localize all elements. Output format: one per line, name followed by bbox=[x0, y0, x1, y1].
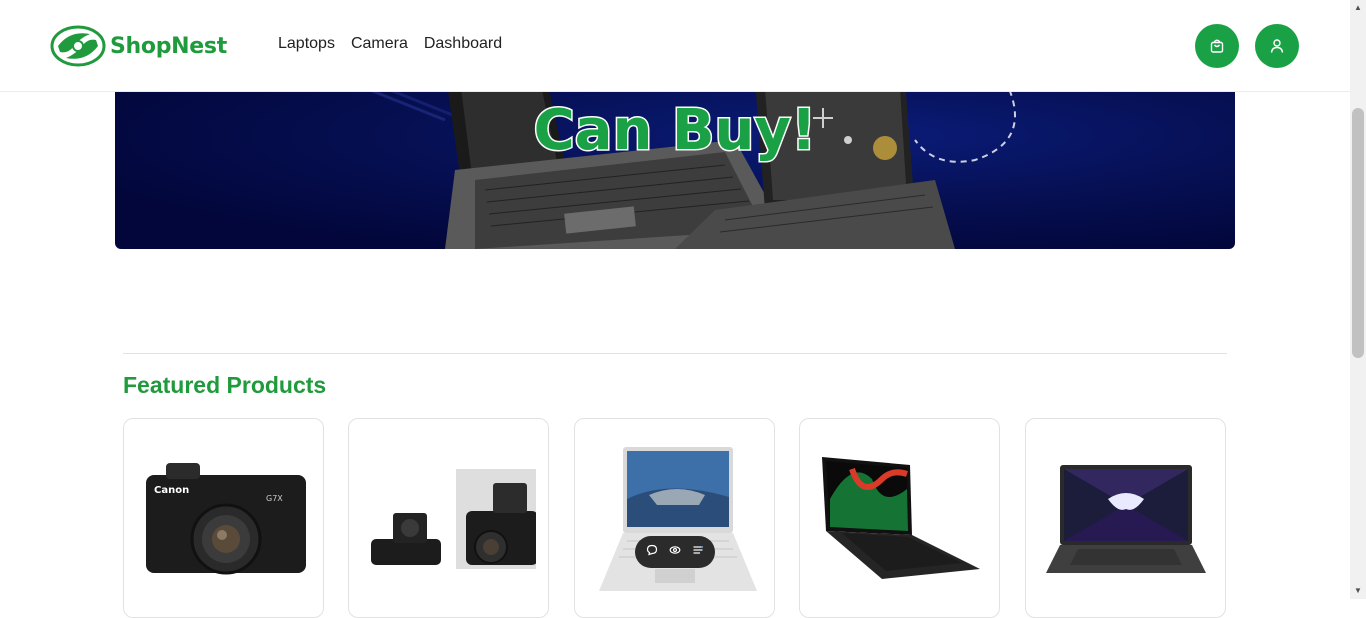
featured-products-title: Featured Products bbox=[123, 372, 327, 398]
nav-item-laptops[interactable]: Laptops bbox=[278, 35, 335, 53]
scrollbar-thumb[interactable] bbox=[1352, 108, 1364, 358]
product-card-2[interactable] bbox=[348, 418, 549, 618]
scroll-up-arrow-icon[interactable]: ▲ bbox=[1350, 0, 1366, 16]
product-card-4[interactable] bbox=[799, 418, 1000, 618]
camera-pair-product-image bbox=[371, 469, 536, 569]
scroll-down-arrow-icon[interactable]: ▼ bbox=[1350, 583, 1366, 599]
site-header: ShopNest Laptops Camera Dashboard bbox=[0, 0, 1350, 92]
floating-toolbar bbox=[635, 536, 715, 568]
logo-swirl-icon bbox=[50, 25, 106, 67]
product-card-3[interactable] bbox=[574, 418, 775, 618]
svg-text:Canon: Canon bbox=[154, 485, 189, 496]
camera-product-image: Canon G7X bbox=[146, 463, 306, 575]
eye-icon[interactable] bbox=[669, 543, 681, 561]
nav-item-camera[interactable]: Camera bbox=[351, 35, 408, 53]
account-button[interactable] bbox=[1255, 24, 1299, 68]
nav-item-dashboard[interactable]: Dashboard bbox=[424, 35, 502, 53]
brand-name: ShopNest bbox=[110, 33, 227, 59]
product-card-1[interactable]: Canon G7X bbox=[123, 418, 324, 618]
section-divider bbox=[123, 353, 1227, 354]
user-icon bbox=[1270, 39, 1284, 53]
laptop-product-image bbox=[599, 447, 757, 591]
menu-list-icon[interactable] bbox=[692, 543, 704, 561]
svg-text:G7X: G7X bbox=[266, 494, 283, 503]
laptop-product-image bbox=[1046, 465, 1206, 573]
chat-bubble-icon[interactable] bbox=[646, 543, 658, 561]
hero-headline: Can Buy! bbox=[532, 97, 818, 165]
shopping-bag-icon bbox=[1210, 39, 1224, 53]
main-nav: Laptops Camera Dashboard bbox=[278, 35, 502, 53]
laptop-product-image bbox=[822, 457, 980, 579]
brand-logo[interactable]: ShopNest bbox=[50, 24, 227, 68]
product-card-5[interactable] bbox=[1025, 418, 1226, 618]
cart-button[interactable] bbox=[1195, 24, 1239, 68]
